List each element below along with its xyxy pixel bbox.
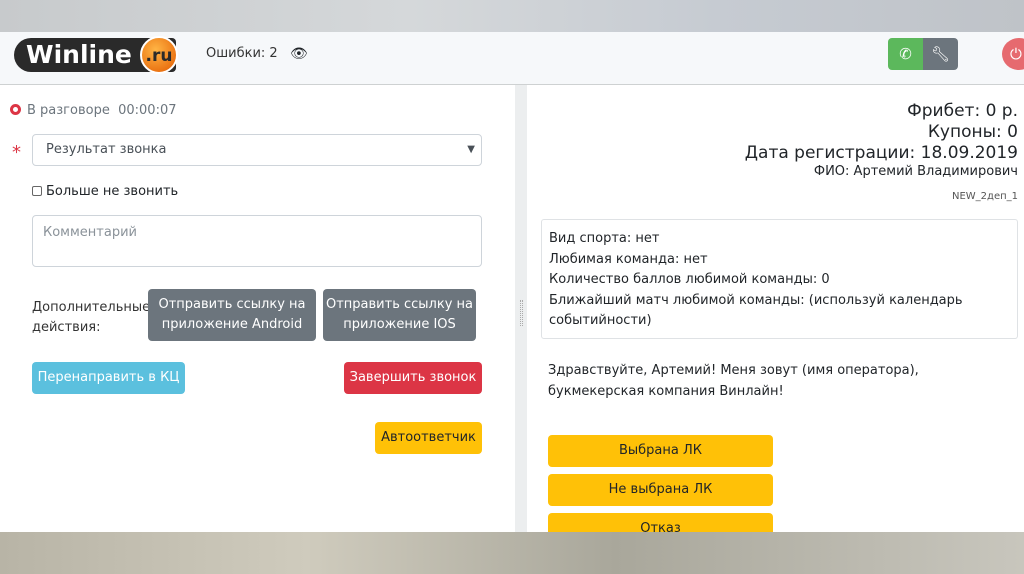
status-text: В разговоре xyxy=(27,103,110,118)
logo-text: Winline xyxy=(26,40,132,69)
logo-suffix: .ru xyxy=(140,36,178,74)
chevron-down-icon: ▼ xyxy=(467,144,475,155)
eye-icon[interactable]: 👁 xyxy=(290,46,308,62)
option-lk-selected-button[interactable]: Выбрана ЛК xyxy=(548,435,773,467)
freebet: Фрибет: 0 р. xyxy=(907,101,1018,121)
winline-logo: Winline .ru xyxy=(14,36,178,74)
client-details-card: Вид спорта: нет Любимая команда: нет Кол… xyxy=(541,219,1018,339)
greeting-script: Здравствуйте, Артемий! Меня зовут (имя о… xyxy=(548,363,919,399)
client-segment: NEW_2деп_1 xyxy=(951,191,1018,202)
errors-counter: Ошибки: 2 xyxy=(206,46,278,61)
dont-call-checkbox[interactable]: Больше не звонить xyxy=(32,184,178,199)
required-asterisk-icon: * xyxy=(12,142,21,163)
answering-machine-button[interactable]: Автоответчик xyxy=(375,422,482,454)
comment-textarea[interactable]: Комментарий xyxy=(32,215,482,267)
checkbox-icon[interactable] xyxy=(32,186,42,196)
settings-button[interactable]: 🔧︎ xyxy=(923,38,958,70)
send-ios-link-button[interactable]: Отправить ссылку на приложение IOS xyxy=(323,289,476,341)
background-photo-top xyxy=(0,0,1024,32)
detail-team: Любимая команда: нет xyxy=(549,251,708,267)
option-refusal-button[interactable]: Отказ xyxy=(548,513,773,532)
coupons: Купоны: 0 xyxy=(927,122,1018,142)
phone-button[interactable]: ✆ xyxy=(888,38,923,70)
end-call-button[interactable]: Завершить звонок xyxy=(344,362,482,394)
extra-actions-label: Дополнительные действия: xyxy=(32,300,151,335)
power-icon: ⏻ xyxy=(1010,45,1022,63)
registration-date: Дата регистрации: 18.09.2019 xyxy=(744,143,1018,163)
background-photo-bottom xyxy=(0,532,1024,574)
checkbox-label: Больше не звонить xyxy=(46,184,179,199)
client-name: ФИО: Артемий Владимирович xyxy=(813,164,1018,179)
detail-next-match: Ближайший матч любимой команды: (использ… xyxy=(549,292,963,329)
resize-grip-icon[interactable] xyxy=(520,300,523,326)
recording-dot-icon xyxy=(10,104,21,115)
call-result-select[interactable]: Результат звонка ▼ xyxy=(32,134,482,166)
detail-points: Количество баллов любимой команды: 0 xyxy=(549,272,830,287)
redirect-button[interactable]: Перенаправить в КЦ xyxy=(32,362,185,394)
detail-sport: Вид спорта: нет xyxy=(549,231,660,246)
phone-icon: ✆ xyxy=(899,45,912,63)
call-status: В разговоре 00:00:07 xyxy=(10,103,177,118)
option-lk-not-selected-button[interactable]: Не выбрана ЛК xyxy=(548,474,773,506)
comment-placeholder: Комментарий xyxy=(43,225,137,240)
wrench-icon: 🔧︎ xyxy=(930,45,951,63)
send-android-link-button[interactable]: Отправить ссылку на приложение Android xyxy=(148,289,316,341)
select-value: Результат звонка xyxy=(46,142,167,157)
call-timer: 00:00:07 xyxy=(118,103,177,118)
